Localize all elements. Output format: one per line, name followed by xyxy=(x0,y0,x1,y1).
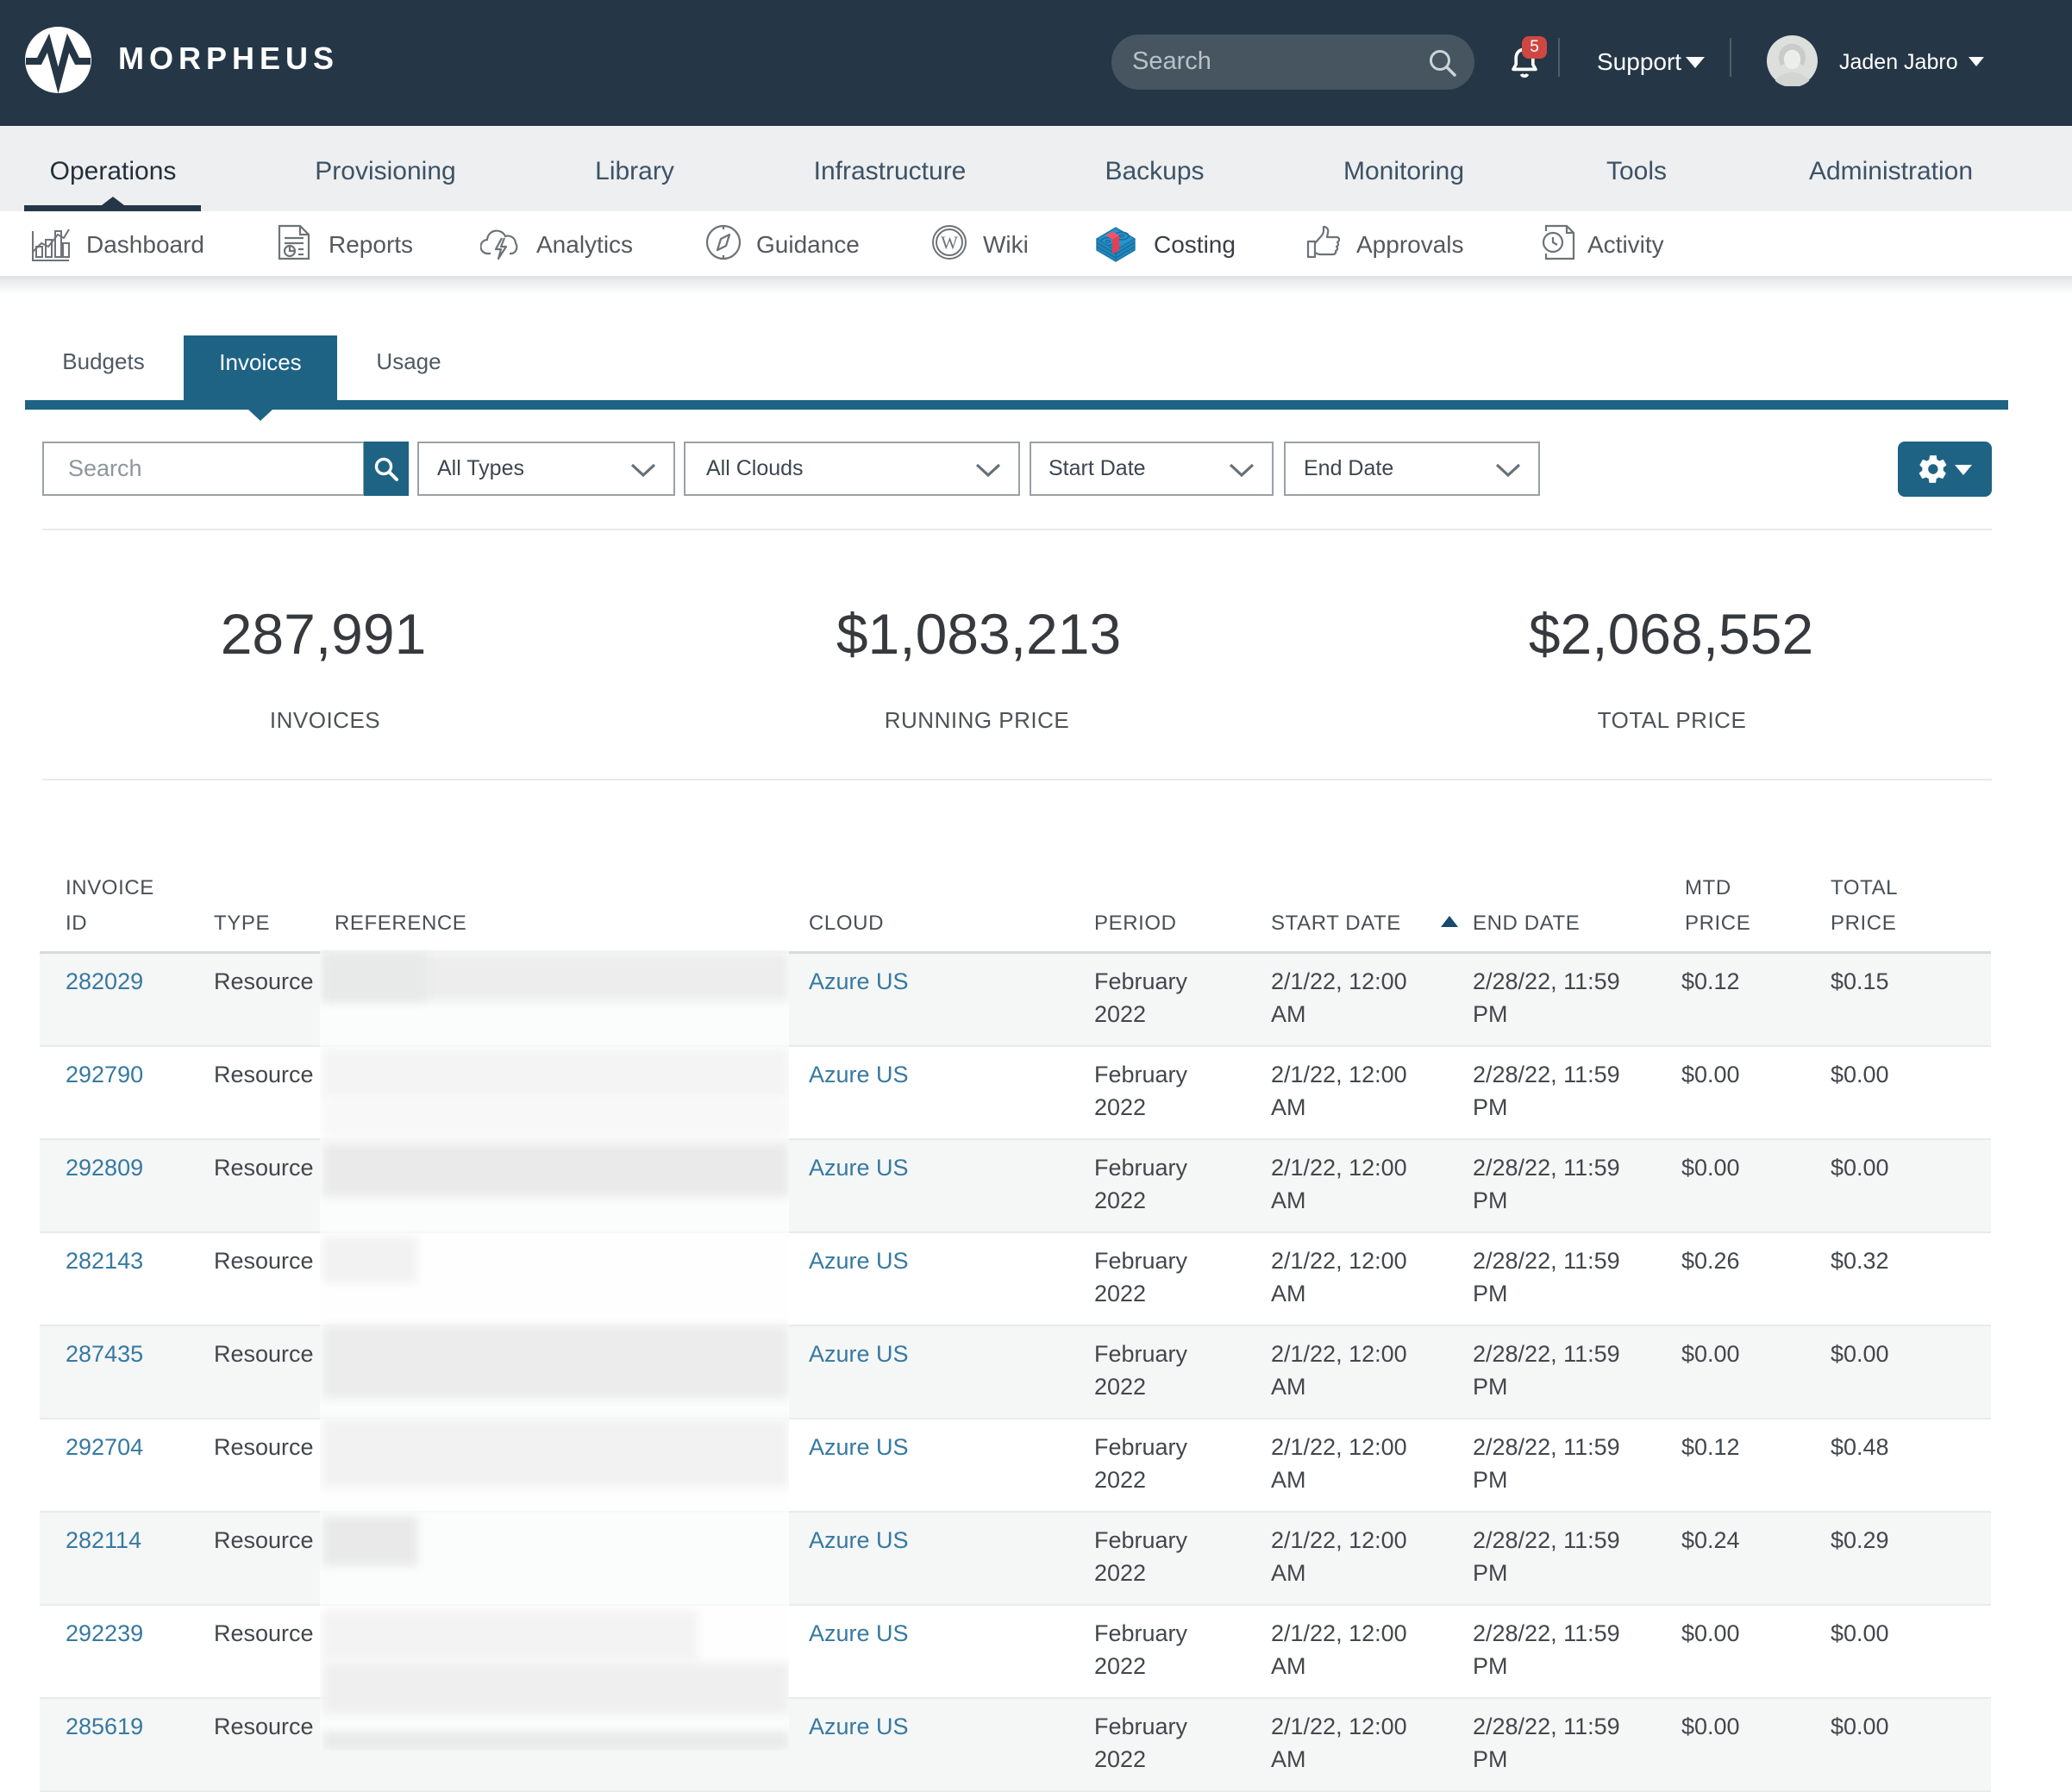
svg-text:W: W xyxy=(941,233,958,254)
